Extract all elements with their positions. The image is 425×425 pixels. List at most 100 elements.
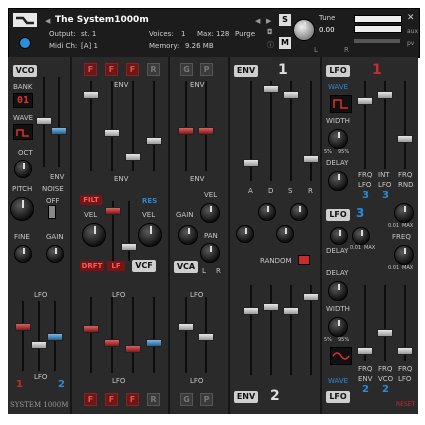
aux-button[interactable]: aux <box>407 29 418 35</box>
random-button[interactable] <box>298 255 310 265</box>
env2-release-handle[interactable] <box>303 293 319 301</box>
lf-button[interactable]: LF <box>107 261 125 271</box>
env-knob-1[interactable] <box>258 203 276 221</box>
gain-knob[interactable] <box>46 245 64 263</box>
oct-knob[interactable] <box>14 160 32 178</box>
purge-button[interactable]: Purge <box>235 31 255 38</box>
vco-lfo-slider-handle[interactable] <box>47 333 63 341</box>
env-knob-4[interactable] <box>276 225 294 243</box>
info-icon[interactable]: ⓘ <box>267 40 274 50</box>
vcf-bottom-button-4[interactable]: R <box>147 393 160 406</box>
lfo-frq2-handle[interactable] <box>397 135 413 143</box>
env-decay-handle[interactable] <box>263 85 279 93</box>
lfo-frq-handle[interactable] <box>357 97 373 105</box>
close-icon[interactable]: ✕ <box>407 13 415 23</box>
max-label: Max: <box>197 30 214 38</box>
vcf-bottom-button-1[interactable]: F <box>84 393 97 406</box>
pan-label: PAN <box>204 232 218 240</box>
vcf-button-4[interactable]: R <box>147 63 160 76</box>
env-knob-2[interactable] <box>290 203 308 221</box>
nav-right-arrow-icon[interactable]: ▶ <box>266 17 271 25</box>
vcf-lfo-slider-handle[interactable] <box>83 325 99 333</box>
camera-icon[interactable]: ◘ <box>267 28 273 36</box>
vco-slider-handle[interactable] <box>36 117 52 125</box>
midi-value[interactable]: [A] 1 <box>81 43 98 50</box>
env-release-handle[interactable] <box>303 155 319 163</box>
mute-button[interactable]: M <box>279 37 291 49</box>
pitch-knob[interactable] <box>10 197 34 221</box>
env2-decay-handle[interactable] <box>263 303 279 311</box>
lfo3-knob-top[interactable] <box>394 203 414 223</box>
lfo2-width-knob[interactable] <box>328 317 348 337</box>
vcf-lfo-slider-handle[interactable] <box>125 345 141 353</box>
lfo3-knob-mid[interactable] <box>352 227 370 245</box>
tune-knob[interactable] <box>293 19 315 41</box>
vcf-slider-handle[interactable] <box>104 129 120 137</box>
vcf-slider-handle[interactable] <box>146 137 162 145</box>
lfo-int-handle[interactable] <box>377 91 393 99</box>
max-value[interactable]: 128 <box>216 31 229 38</box>
vca-bottom-button-g[interactable]: G <box>180 393 193 406</box>
vcf-lfo-slider-handle[interactable] <box>104 339 120 347</box>
power-icon[interactable] <box>19 37 31 49</box>
fine-knob[interactable] <box>14 245 32 263</box>
filt-button[interactable]: FILT <box>80 195 102 205</box>
random-label: RANDOM <box>260 257 292 265</box>
env-sustain-handle[interactable] <box>283 91 299 99</box>
lfo2-frq3-handle[interactable] <box>397 347 413 355</box>
vca-slider-handle[interactable] <box>198 127 214 135</box>
vca-lfo-slider-handle[interactable] <box>198 333 214 341</box>
resonance-knob[interactable] <box>138 223 162 247</box>
lfo-wave-display[interactable] <box>330 95 352 113</box>
bank-display[interactable]: 01 <box>13 93 33 108</box>
vco-wave-display[interactable] <box>13 124 33 140</box>
lfo-delay-knob[interactable] <box>328 171 348 191</box>
vcf-button-1[interactable]: F <box>84 63 97 76</box>
vca-button-g[interactable]: G <box>180 63 193 76</box>
vco-slider-handle[interactable] <box>51 127 67 135</box>
lfo-width-knob[interactable] <box>328 129 348 149</box>
env-knob-3[interactable] <box>236 225 254 243</box>
vcf-mid-slider-handle[interactable] <box>121 243 137 251</box>
reset-button[interactable]: RESET <box>396 401 415 408</box>
pan-knob[interactable] <box>200 243 220 263</box>
vcf-lfo-label-bottom: LFO <box>112 377 126 385</box>
vca-button-p[interactable]: P <box>200 63 213 76</box>
vcf-slider-handle[interactable] <box>125 153 141 161</box>
solo-button[interactable]: S <box>279 14 291 26</box>
instrument-nav-left-icon[interactable]: ◀ <box>45 17 50 25</box>
cutoff-knob[interactable] <box>82 223 106 247</box>
instrument-name[interactable]: The System1000m <box>55 16 149 25</box>
volume-slider[interactable] <box>354 39 400 43</box>
vco-title: VCO <box>13 65 37 77</box>
vca-vel-knob[interactable] <box>200 203 220 223</box>
env2-sustain-handle[interactable] <box>283 307 299 315</box>
lfo2-delay-knob[interactable] <box>328 281 348 301</box>
lfo3-freq-knob[interactable] <box>394 245 414 265</box>
env2-attack-handle[interactable] <box>243 307 259 315</box>
vco-lfo-slider-handle[interactable] <box>31 341 47 349</box>
drft-button[interactable]: DRFT <box>80 261 104 271</box>
lfo2-frq-handle[interactable] <box>357 347 373 355</box>
vco-lfo-slider-handle[interactable] <box>15 323 31 331</box>
vcf-mid-slider-handle[interactable] <box>105 207 121 215</box>
vcf-bottom-button-3[interactable]: F <box>126 393 139 406</box>
nav-left-arrow-icon[interactable]: ◀ <box>255 17 260 25</box>
lfo2-frq2-handle[interactable] <box>377 329 393 337</box>
vca-lfo-slider-handle[interactable] <box>178 323 194 331</box>
pv-button[interactable]: pv <box>407 41 414 47</box>
vca-vel-label: VEL <box>204 191 218 199</box>
lfo3-knob-left[interactable] <box>330 227 348 245</box>
vcf-lfo-slider-handle[interactable] <box>146 339 162 347</box>
noise-switch[interactable] <box>48 205 56 219</box>
output-value[interactable]: st. 1 <box>81 31 96 38</box>
vcf-slider-handle[interactable] <box>83 91 99 99</box>
env-attack-handle[interactable] <box>243 159 259 167</box>
vcf-bottom-button-2[interactable]: F <box>105 393 118 406</box>
vca-gain-knob[interactable] <box>178 225 198 245</box>
vcf-button-3[interactable]: F <box>126 63 139 76</box>
lfo2-wave-display[interactable] <box>330 347 352 365</box>
vcf-button-2[interactable]: F <box>105 63 118 76</box>
vca-bottom-button-p[interactable]: P <box>200 393 213 406</box>
vca-slider-handle[interactable] <box>178 127 194 135</box>
